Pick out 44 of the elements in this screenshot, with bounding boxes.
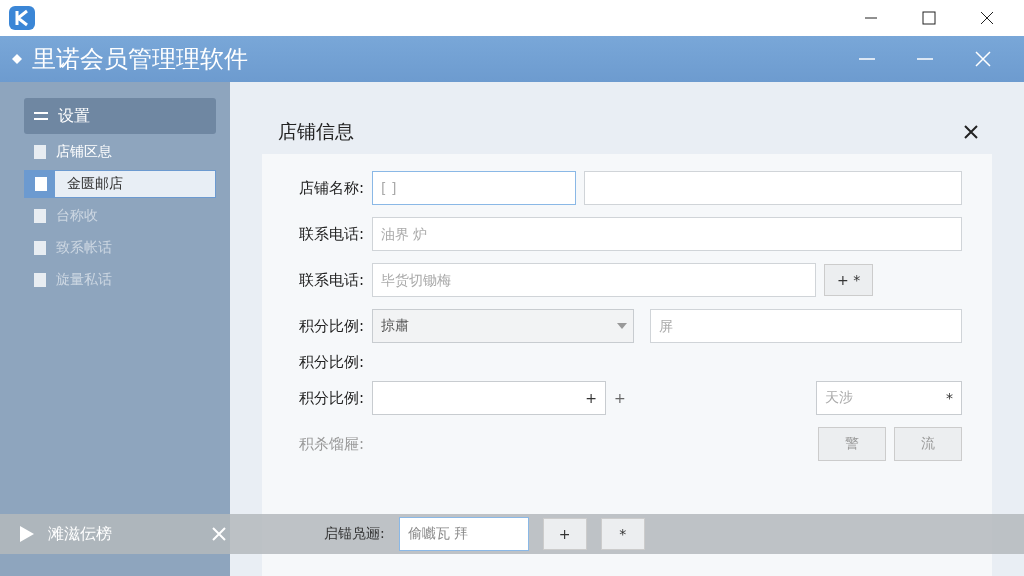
- field-label: 积分比例:: [297, 316, 364, 336]
- minimize-icon: [864, 17, 878, 19]
- add-button[interactable]: +: [542, 518, 587, 550]
- app-logo-icon: [8, 5, 36, 31]
- input-field[interactable]: 毕货切锄梅: [372, 263, 816, 297]
- field-label: 积杀馏屜:: [297, 434, 364, 454]
- overlay-title: 滩滋伝榜: [48, 523, 113, 545]
- close-icon: [975, 51, 991, 67]
- minimize-icon: [858, 58, 876, 60]
- close-icon: [980, 11, 994, 25]
- menu-icon: [34, 112, 48, 120]
- input-field[interactable]: 偷嚱瓦 拜: [398, 517, 529, 551]
- field-label: 联系电话:: [297, 224, 364, 244]
- window-title: 里诺会员管理理软件: [32, 44, 249, 75]
- close-icon[interactable]: [964, 125, 978, 139]
- page-icon: [33, 176, 49, 192]
- spin-field[interactable]: +: [372, 381, 606, 415]
- field-label: 联系电话:: [297, 270, 364, 290]
- dropdown-arrow-icon: [617, 323, 627, 329]
- input-field[interactable]: 屏: [650, 309, 962, 343]
- field-label: 积分比例:: [297, 388, 364, 408]
- page-icon: [32, 272, 48, 288]
- field-label: 启锚凫逦:: [324, 525, 385, 543]
- star-button[interactable]: *: [600, 518, 645, 550]
- sidebar-item[interactable]: 金匮邮店: [24, 170, 216, 198]
- dialog-title: 店铺信息: [278, 119, 354, 144]
- field-label: 店铺名称:: [297, 178, 364, 198]
- field-label: 积分比例:: [297, 352, 364, 372]
- dropdown[interactable]: 掠肅: [372, 309, 634, 343]
- add-button[interactable]: + *: [824, 264, 874, 296]
- minimize-icon: [916, 58, 934, 60]
- page-icon: [32, 144, 48, 160]
- maximize-icon: [922, 11, 936, 25]
- sidebar-header[interactable]: 设置: [24, 98, 216, 134]
- plus-label: +: [614, 390, 626, 406]
- input-field[interactable]: [584, 171, 962, 205]
- input-field[interactable]: [ ]: [372, 171, 576, 205]
- sidebar-item[interactable]: 店铺区息: [24, 138, 216, 166]
- diamond-icon: [12, 54, 22, 64]
- play-icon[interactable]: [20, 526, 34, 542]
- page-icon: [32, 240, 48, 256]
- spin-field[interactable]: 天涉 *: [816, 381, 962, 415]
- input-field[interactable]: 油界 炉: [372, 217, 962, 251]
- page-icon: [32, 208, 48, 224]
